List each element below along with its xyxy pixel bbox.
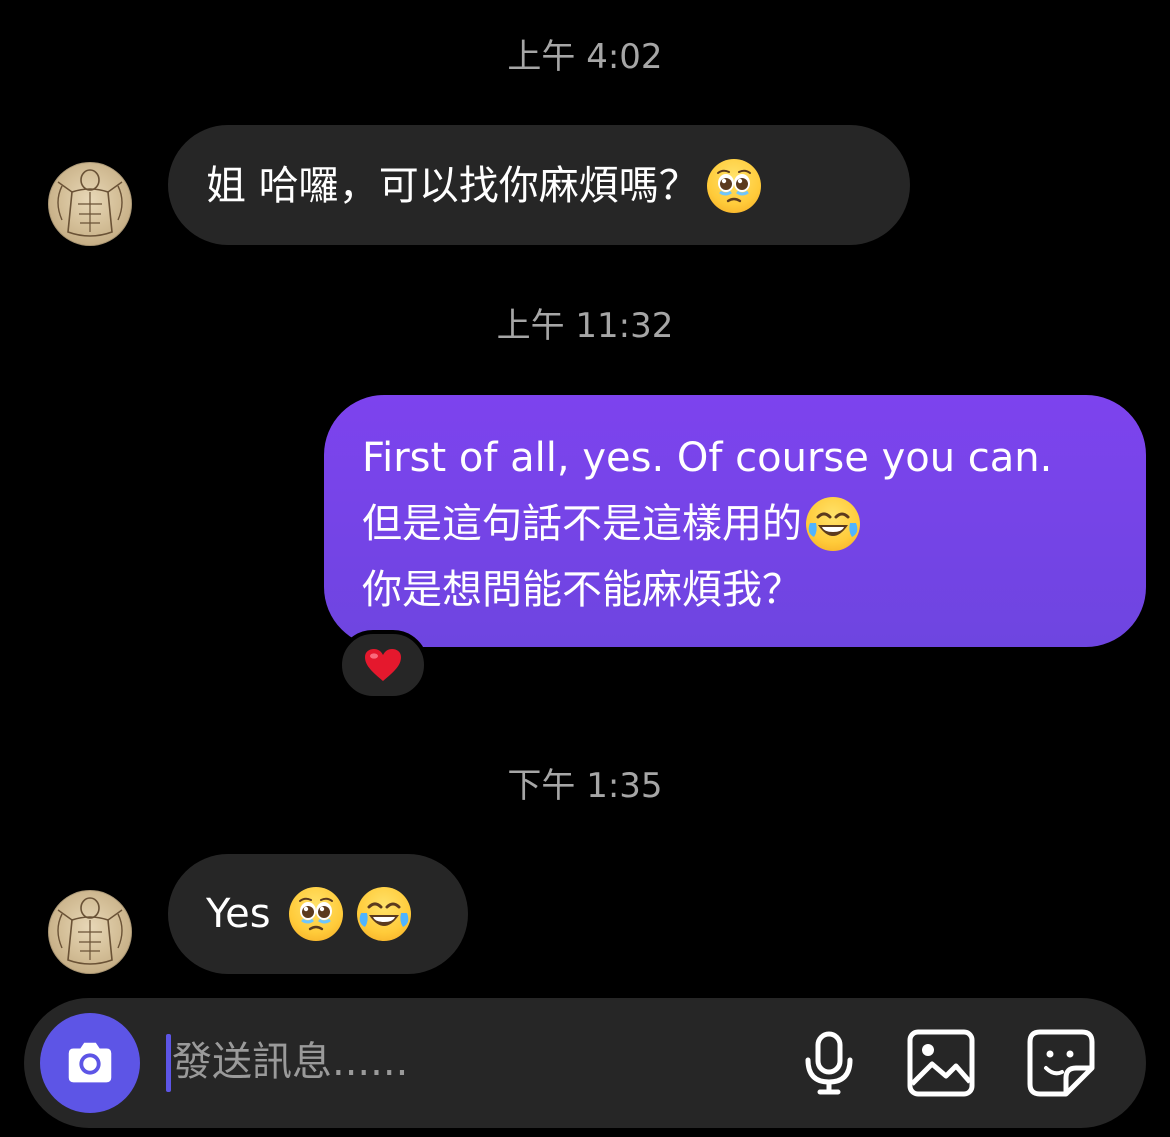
message-text: 你是想問能不能麻煩我？ <box>362 567 802 613</box>
timestamp: 上午 11:32 <box>496 306 674 346</box>
camera-button[interactable] <box>40 1013 140 1113</box>
reaction-badge[interactable] <box>338 630 428 700</box>
message-line: 但是這句話不是這樣用的 <box>362 491 1146 557</box>
camera-icon <box>68 1042 112 1083</box>
message-text: First of all, yes. Of course you can. <box>362 435 1053 481</box>
face-with-tears-of-joy-emoji <box>806 497 860 551</box>
message-line: 你是想問能不能麻煩我？ <box>362 557 1146 623</box>
red-heart-emoji <box>365 649 401 681</box>
text-cursor <box>166 1034 171 1092</box>
face-with-tears-of-joy-emoji <box>356 887 411 941</box>
message-input[interactable]: 發送訊息...... <box>172 1036 408 1088</box>
microphone-button[interactable] <box>794 1028 864 1098</box>
message-line: First of all, yes. Of course you can. <box>362 425 1146 491</box>
timestamp: 上午 4:02 <box>507 37 663 77</box>
sticker-button[interactable] <box>1026 1028 1096 1098</box>
timestamp: 下午 1:35 <box>507 766 663 806</box>
avatar[interactable] <box>48 162 132 246</box>
pleading-face-emoji <box>706 159 761 213</box>
gallery-icon <box>907 1029 975 1097</box>
message-text: 但是這句話不是這樣用的 <box>362 501 802 547</box>
pleading-face-emoji <box>288 887 343 941</box>
outgoing-message-bubble[interactable]: First of all, yes. Of course you can. 但是… <box>324 395 1146 647</box>
avatar[interactable] <box>48 890 132 974</box>
message-text: 姐 哈囉，可以找你麻煩嗎？ <box>206 163 699 209</box>
incoming-message-bubble[interactable]: Yes <box>168 854 468 974</box>
message-text: Yes <box>206 891 271 937</box>
gallery-button[interactable] <box>906 1028 976 1098</box>
incoming-message-bubble[interactable]: 姐 哈囉，可以找你麻煩嗎？ <box>168 125 910 245</box>
message-composer: 發送訊息...... <box>24 998 1146 1128</box>
sticker-icon <box>1027 1029 1095 1097</box>
microphone-icon <box>805 1031 853 1095</box>
